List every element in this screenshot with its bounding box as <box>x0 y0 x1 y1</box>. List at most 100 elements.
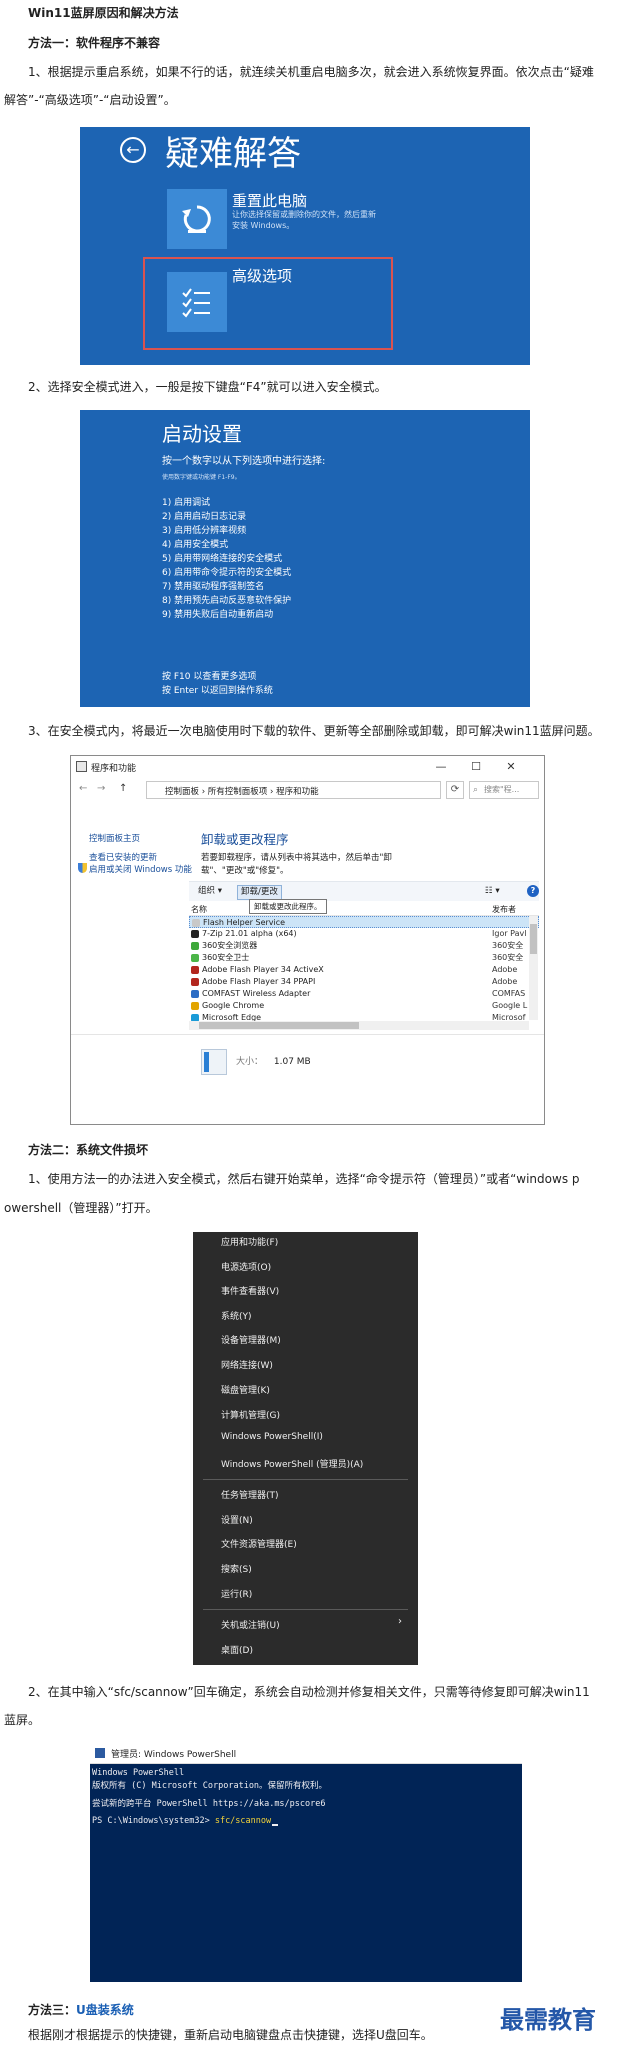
list-toolbar: 组织 ▾ 卸载/更改 ☷ ▾ ? <box>189 881 539 901</box>
windows-features-link[interactable]: 启用或关闭 Windows 功能 <box>89 863 192 875</box>
powershell-titlebar[interactable]: 管理员: Windows PowerShell <box>90 1742 522 1764</box>
window-app-icon <box>76 761 87 772</box>
close-icon[interactable]: ✕ <box>496 758 526 776</box>
size-value: 1.07 MB <box>273 1057 311 1067</box>
program-icon <box>191 954 199 962</box>
startup-footer-f10: 按 F10 以查看更多选项 <box>162 672 257 682</box>
menu-item[interactable]: Windows PowerShell (管理员)(A) <box>221 1457 363 1470</box>
powershell-title: 管理员: Windows PowerShell <box>111 1750 237 1760</box>
menu-item[interactable]: 电源选项(O) <box>221 1260 271 1273</box>
breadcrumb-box[interactable]: 控制面板 › 所有控制面板项 › 程序和功能 <box>146 781 441 799</box>
menu-item[interactable]: 运行(R) <box>221 1587 252 1600</box>
menu-item[interactable]: 关机或注销(U) <box>221 1618 280 1631</box>
program-publisher: 360安全 <box>492 941 524 950</box>
menu-item[interactable]: 文件资源管理器(E) <box>221 1537 297 1550</box>
startup-option[interactable]: 3) 启用低分辨率视频 <box>162 524 291 538</box>
startup-option[interactable]: 8) 禁用预先启动反恶意软件保护 <box>162 594 291 608</box>
menu-item[interactable]: 设置(N) <box>221 1513 253 1526</box>
startup-option[interactable]: 4) 启用安全模式 <box>162 538 291 552</box>
program-size: 大小： 1.07 MB <box>236 1054 311 1067</box>
paragraph-4-line-1: 1、使用方法一的办法进入安全模式，然后右键开始菜单，选择“命令提示符（管理员）”… <box>28 1172 580 1186</box>
startup-hint: 使用数字键或功能键 F1-F9。 <box>162 474 241 481</box>
console-prompt: PS C:\Windows\system32> <box>92 1816 215 1826</box>
menu-item[interactable]: 应用和功能(F) <box>221 1235 278 1248</box>
menu-item[interactable]: 事件查看器(V) <box>221 1284 279 1297</box>
console-input-line[interactable]: PS C:\Windows\system32> sfc/scannow <box>92 1816 279 1826</box>
scroll-thumb[interactable] <box>530 924 537 954</box>
menu-item[interactable]: 任务管理器(T) <box>221 1488 279 1501</box>
help-icon[interactable]: ? <box>527 885 539 897</box>
submenu-arrow-icon: › <box>398 1616 402 1627</box>
forward-icon[interactable]: → <box>97 783 105 794</box>
menu-item[interactable]: 搜索(S) <box>221 1562 252 1575</box>
column-publisher[interactable]: 发布者 <box>492 904 516 915</box>
control-panel-home-link[interactable]: 控制面板主页 <box>89 832 140 844</box>
view-options-icon[interactable]: ☷ ▾ <box>482 885 503 898</box>
program-large-icon <box>201 1049 227 1075</box>
address-bar: ← → ↑ 控制面板 › 所有控制面板项 › 程序和功能 ⟳ ⌕ 搜索"程... <box>71 778 544 802</box>
paragraph-3: 3、在安全模式内，将最近一次电脑使用时下载的软件、更新等全部删除或卸载，即可解决… <box>28 724 600 738</box>
menu-item[interactable]: 设备管理器(M) <box>221 1333 281 1346</box>
startup-option[interactable]: 1) 启用调试 <box>162 496 291 510</box>
refresh-icon[interactable]: ⟳ <box>446 781 464 799</box>
breadcrumb[interactable]: 控制面板 › 所有控制面板项 › 程序和功能 <box>165 785 319 797</box>
menu-item[interactable]: 磁盘管理(K) <box>221 1383 270 1396</box>
paragraph-5-line-2: 蓝屏。 <box>4 1713 41 1727</box>
startup-footer: 按 F10 以查看更多选项 按 Enter 以返回到操作系统 <box>162 670 273 698</box>
console-line: 尝试新的跨平台 PowerShell https://aka.ms/pscore… <box>92 1799 326 1809</box>
powershell-window: 管理员: Windows PowerShell Windows PowerShe… <box>90 1742 522 1982</box>
table-row[interactable]: Adobe Flash Player 34 PPAPI Adobe <box>189 976 539 988</box>
minimize-icon[interactable]: — <box>426 758 456 776</box>
window-title: 程序和功能 <box>91 764 137 774</box>
troubleshoot-title: 疑难解答 <box>165 134 301 174</box>
window-titlebar[interactable]: 程序和功能 — ☐ ✕ <box>71 756 544 778</box>
site-watermark: 最需教育 <box>500 2005 596 2034</box>
menu-item[interactable]: 系统(Y) <box>221 1309 252 1322</box>
back-arrow-icon[interactable]: ← <box>120 137 146 163</box>
menu-item[interactable]: Windows PowerShell(I) <box>221 1432 323 1442</box>
organize-button[interactable]: 组织 ▾ <box>195 885 225 898</box>
startup-option[interactable]: 6) 启用带命令提示符的安全模式 <box>162 566 291 580</box>
maximize-icon[interactable]: ☐ <box>461 758 491 776</box>
search-input[interactable]: ⌕ 搜索"程... <box>469 781 539 799</box>
menu-item[interactable]: 网络连接(W) <box>221 1358 273 1371</box>
back-icon[interactable]: ← <box>79 783 87 794</box>
page-title: Win11蓝屏原因和解决方法 <box>28 6 179 20</box>
program-name: Google Chrome <box>202 1001 265 1010</box>
horizontal-scrollbar[interactable] <box>189 1021 529 1030</box>
table-row[interactable]: 360安全浏览器 360安全 <box>189 940 539 952</box>
up-icon[interactable]: ↑ <box>119 783 127 794</box>
table-row[interactable]: Flash Helper Service <box>189 916 539 928</box>
paragraph-2: 2、选择安全模式进入，一般是按下键盘“F4”就可以进入安全模式。 <box>28 380 387 394</box>
usb-install-link[interactable]: U盘装系统 <box>76 2003 134 2017</box>
table-row[interactable]: 360安全卫士 360安全 <box>189 952 539 964</box>
selection-highlight <box>143 257 393 350</box>
table-row[interactable]: Adobe Flash Player 34 ActiveX Adobe <box>189 964 539 976</box>
startup-option[interactable]: 5) 启用带网络连接的安全模式 <box>162 552 291 566</box>
startup-option[interactable]: 2) 启用启动日志记录 <box>162 510 291 524</box>
programs-features-window: 程序和功能 — ☐ ✕ ← → ↑ 控制面板 › 所有控制面板项 › 程序和功能… <box>70 755 545 1125</box>
startup-option[interactable]: 7) 禁用驱动程序强制签名 <box>162 580 291 594</box>
menu-item[interactable]: 计算机管理(G) <box>221 1408 280 1421</box>
scroll-thumb[interactable] <box>199 1022 359 1029</box>
table-row[interactable]: 7-Zip 21.01 alpha (x64) Igor Pavl <box>189 928 539 940</box>
table-row[interactable]: COMFAST Wireless Adapter COMFAS <box>189 988 539 1000</box>
view-updates-link[interactable]: 查看已安装的更新 <box>89 851 157 863</box>
table-row[interactable]: Google Chrome Google L <box>189 1000 539 1012</box>
text-cursor <box>272 1824 279 1826</box>
program-publisher: Adobe <box>492 977 518 986</box>
vertical-scrollbar[interactable] <box>529 916 538 1020</box>
startup-option[interactable]: 9) 禁用失败后自动重新启动 <box>162 608 291 622</box>
column-name[interactable]: 名称 <box>191 904 207 915</box>
menu-item[interactable]: 桌面(D) <box>221 1643 253 1656</box>
program-icon <box>192 919 200 927</box>
console-command[interactable]: sfc/scannow <box>215 1816 271 1826</box>
main-title: 卸载或更改程序 <box>201 832 289 847</box>
program-name: COMFAST Wireless Adapter <box>202 989 311 998</box>
reset-pc-tile[interactable] <box>167 189 227 249</box>
uninstall-change-button[interactable]: 卸载/更改 <box>237 885 282 900</box>
program-name: 360安全卫士 <box>202 953 250 962</box>
reset-pc-title: 重置此电脑 <box>232 192 308 210</box>
start-context-menu: 应用和功能(F) 电源选项(O) 事件查看器(V) 系统(Y) 设备管理器(M)… <box>193 1232 418 1665</box>
paragraph-5-line-1: 2、在其中输入“sfc/scannow”回车确定，系统会自动检测并修复相关文件，… <box>28 1685 590 1699</box>
